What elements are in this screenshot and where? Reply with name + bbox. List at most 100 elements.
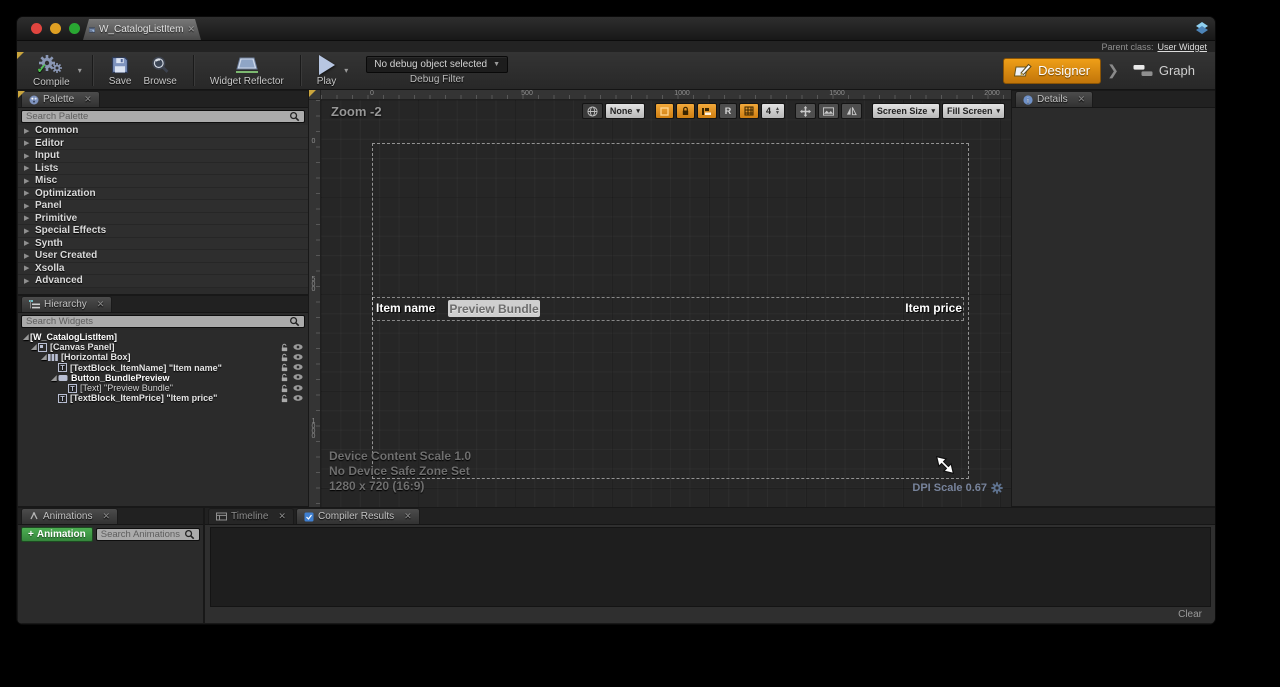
respect-locks-toggle-button[interactable]: R: [719, 103, 737, 119]
expander-icon[interactable]: ▶: [24, 214, 30, 222]
preview-button-bundlepreview[interactable]: Preview Bundle: [448, 300, 540, 317]
tree-node-textblock-itemname[interactable]: T [TextBlock_ItemName] "Item name": [18, 363, 308, 373]
play-button[interactable]: Play: [311, 53, 342, 89]
expander-icon[interactable]: ▶: [24, 127, 30, 135]
palette-category-common[interactable]: ▶Common: [18, 125, 308, 138]
tree-node-canvas-panel[interactable]: ◢ [Canvas Panel]: [18, 342, 308, 352]
details-tab[interactable]: i Details ✕: [1015, 91, 1093, 107]
palette-category-advanced[interactable]: ▶Advanced: [18, 275, 308, 288]
compiler-results-close-icon[interactable]: ✕: [404, 511, 412, 522]
tab-close-icon[interactable]: ✕: [187, 24, 195, 35]
animations-tab[interactable]: Animations ✕: [21, 508, 118, 524]
palette-category-user-created[interactable]: ▶User Created: [18, 250, 308, 263]
palette-category-panel[interactable]: ▶Panel: [18, 200, 308, 213]
preview-textblock-itemprice[interactable]: Item price: [905, 301, 962, 315]
palette-category-lists[interactable]: ▶Lists: [18, 163, 308, 176]
expander-icon[interactable]: ▶: [24, 264, 30, 272]
grid-snap-toggle-button[interactable]: [739, 103, 759, 119]
expander-icon[interactable]: ▶: [24, 202, 30, 210]
visibility-eye-icon[interactable]: [293, 394, 303, 402]
visibility-eye-icon[interactable]: [293, 343, 303, 351]
palette-category-input[interactable]: ▶Input: [18, 150, 308, 163]
dpi-settings-gear-icon[interactable]: [991, 482, 1003, 494]
visibility-eye-icon[interactable]: [293, 353, 303, 361]
tree-node-text-preview-bundle[interactable]: T [Text] "Preview Bundle": [18, 383, 308, 393]
lock-open-icon[interactable]: [280, 384, 289, 393]
expander-icon[interactable]: ◢: [50, 374, 58, 382]
palette-category-editor[interactable]: ▶Editor: [18, 138, 308, 151]
clear-log-button[interactable]: Clear: [1178, 609, 1202, 620]
hierarchy-close-icon[interactable]: ✕: [97, 299, 105, 310]
palette-category-xsolla[interactable]: ▶Xsolla: [18, 263, 308, 276]
snap-to-widgets-button[interactable]: [697, 103, 717, 119]
expander-icon[interactable]: ▶: [24, 252, 30, 260]
expander-icon[interactable]: ▶: [24, 152, 30, 160]
save-button[interactable]: Save: [103, 53, 138, 89]
hierarchy-search-input[interactable]: [26, 316, 289, 327]
expander-icon[interactable]: ◢: [30, 343, 38, 351]
visibility-eye-icon[interactable]: [293, 373, 303, 381]
visibility-eye-icon[interactable]: [293, 384, 303, 392]
widget-reflector-button[interactable]: Widget Reflector: [204, 53, 290, 89]
tree-node-root[interactable]: ◢ [W_CatalogListItem]: [18, 332, 308, 342]
timeline-close-icon[interactable]: ✕: [278, 511, 286, 522]
details-close-icon[interactable]: ✕: [1078, 94, 1086, 105]
animations-search-input[interactable]: [101, 529, 184, 540]
compile-options-caret[interactable]: ▾: [78, 66, 82, 75]
asset-tab[interactable]: W_CatalogListItem ✕: [83, 19, 201, 40]
play-options-caret[interactable]: ▾: [344, 66, 348, 75]
palette-category-special-effects[interactable]: ▶Special Effects: [18, 225, 308, 238]
palette-close-icon[interactable]: ✕: [84, 94, 92, 105]
tree-node-horizontal-box[interactable]: ◢ [Horizontal Box]: [18, 352, 308, 362]
expander-icon[interactable]: ▶: [24, 164, 30, 172]
palette-search[interactable]: [21, 110, 305, 123]
palette-category-misc[interactable]: ▶Misc: [18, 175, 308, 188]
expander-icon[interactable]: ◢: [22, 333, 30, 341]
expander-icon[interactable]: ▶: [24, 177, 30, 185]
minimize-window-button[interactable]: [50, 23, 61, 34]
hierarchy-search[interactable]: [21, 315, 305, 328]
palette-category-primitive[interactable]: ▶Primitive: [18, 213, 308, 226]
fill-screen-dropdown[interactable]: Fill Screen▾: [942, 103, 1005, 119]
tree-node-textblock-itemprice[interactable]: T [TextBlock_ItemPrice] "Item price": [18, 393, 308, 403]
culture-dropdown[interactable]: None▾: [605, 103, 645, 119]
expander-icon[interactable]: ▶: [24, 239, 30, 247]
compiler-results-tab[interactable]: Compiler Results ✕: [296, 508, 420, 524]
lock-open-icon[interactable]: [280, 363, 289, 372]
visibility-eye-icon[interactable]: [293, 363, 303, 371]
transform-mode-button[interactable]: [795, 103, 816, 119]
lock-open-icon[interactable]: [280, 343, 289, 352]
grid-snap-size-spinner[interactable]: 4▲▼: [761, 103, 785, 119]
browse-button[interactable]: Browse: [138, 53, 183, 89]
design-canvas[interactable]: Zoom -2 None▾: [321, 100, 1011, 507]
screen-size-dropdown[interactable]: Screen Size▾: [872, 103, 940, 119]
lock-open-icon[interactable]: [280, 394, 289, 403]
palette-category-synth[interactable]: ▶Synth: [18, 238, 308, 251]
lock-open-icon[interactable]: [280, 373, 289, 382]
resize-handle-cursor-icon[interactable]: [936, 456, 954, 474]
localization-preview-button[interactable]: [582, 103, 603, 119]
expander-icon[interactable]: ▶: [24, 189, 30, 197]
parent-class-value[interactable]: User Widget: [1157, 42, 1207, 52]
expander-icon[interactable]: ▶: [24, 139, 30, 147]
flip-preview-button[interactable]: [841, 103, 862, 119]
graph-mode-button[interactable]: Graph: [1125, 59, 1203, 82]
tree-node-button-bundlepreview[interactable]: ◢ Button_BundlePreview: [18, 373, 308, 383]
palette-search-input[interactable]: [26, 111, 289, 122]
designer-mode-button[interactable]: Designer: [1003, 58, 1101, 84]
outline-toggle-button[interactable]: [655, 103, 674, 119]
timeline-tab[interactable]: Timeline ✕: [208, 508, 294, 524]
preview-background-button[interactable]: [818, 103, 839, 119]
hierarchy-tab[interactable]: Hierarchy ✕: [21, 296, 112, 312]
palette-tab[interactable]: Palette ✕: [21, 91, 100, 107]
expander-icon[interactable]: ◢: [40, 353, 48, 361]
expander-icon[interactable]: ▶: [24, 277, 30, 285]
close-window-button[interactable]: [31, 23, 42, 34]
debug-object-dropdown[interactable]: No debug object selected ▼: [366, 56, 508, 73]
animations-search[interactable]: [96, 528, 200, 541]
zoom-window-button[interactable]: [69, 23, 80, 34]
lock-open-icon[interactable]: [280, 353, 289, 362]
add-animation-button[interactable]: + Animation: [21, 527, 93, 542]
preview-textblock-itemname[interactable]: Item name: [376, 301, 435, 315]
expander-icon[interactable]: ▶: [24, 227, 30, 235]
